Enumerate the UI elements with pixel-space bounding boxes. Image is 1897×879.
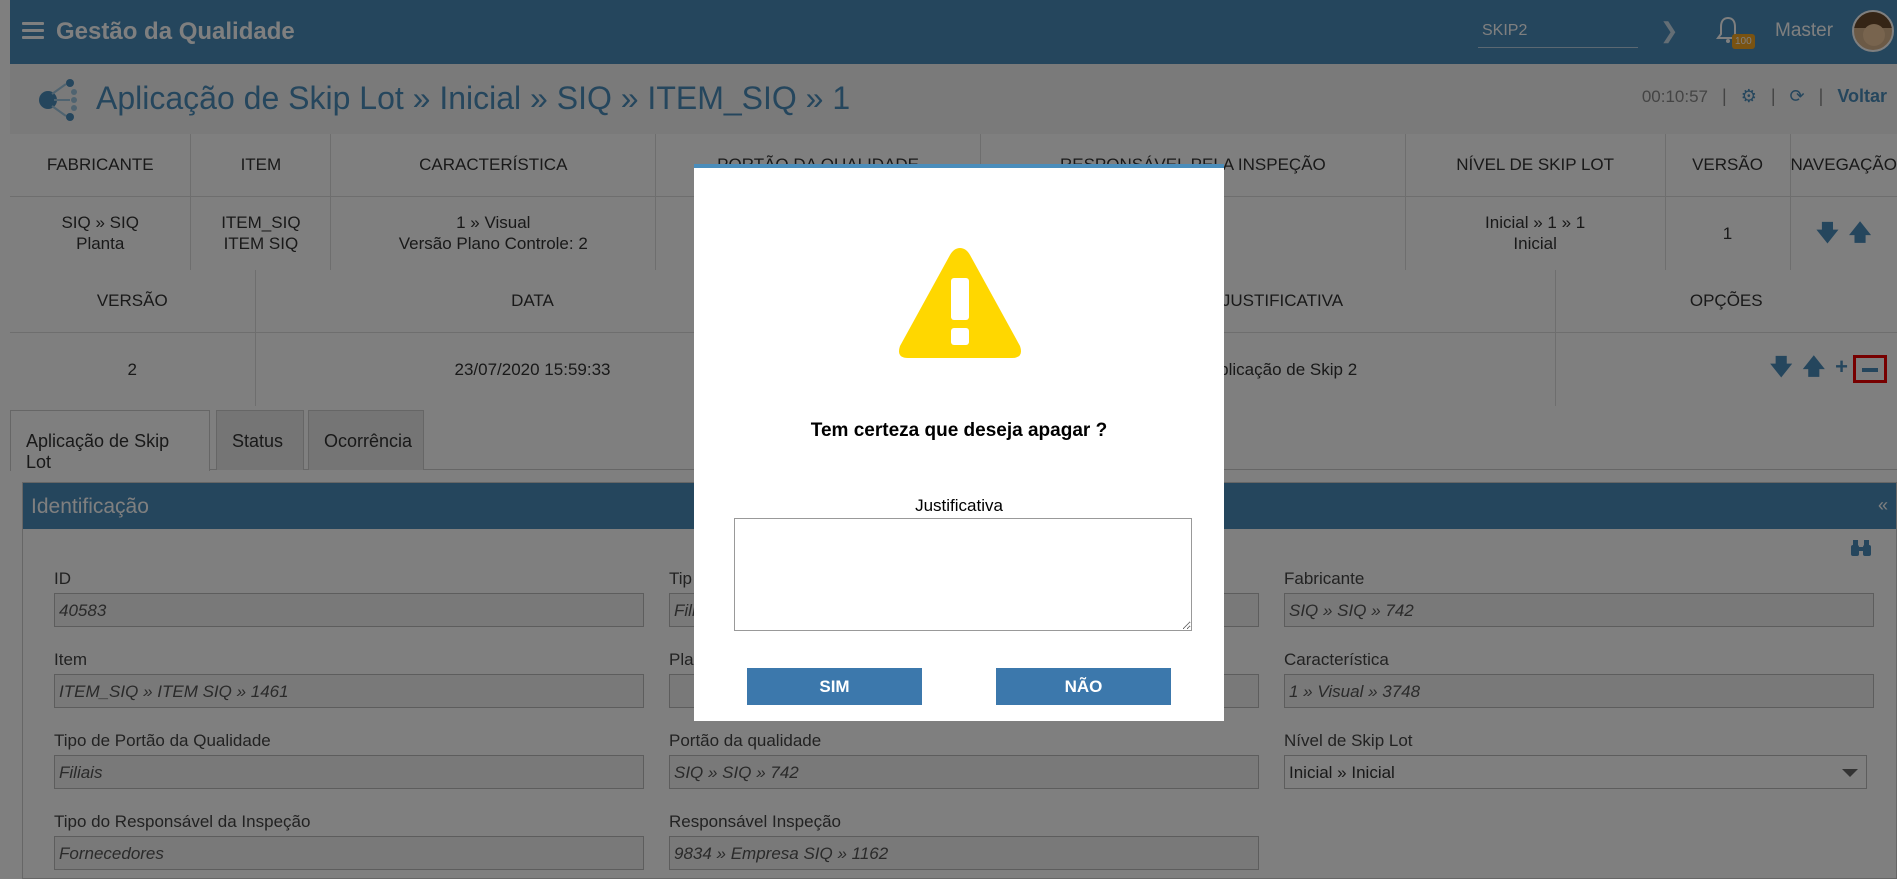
dialog-question: Tem certeza que deseja apagar ? [810, 420, 1108, 441]
warning-icon [899, 248, 1021, 358]
justificativa-textarea[interactable] [734, 518, 1192, 631]
no-button[interactable]: NÃO [996, 668, 1171, 705]
justificativa-label: Justificativa [915, 496, 1003, 515]
confirm-dialog: Tem certeza que deseja apagar ? Justific… [694, 164, 1224, 721]
yes-button[interactable]: SIM [747, 668, 922, 705]
